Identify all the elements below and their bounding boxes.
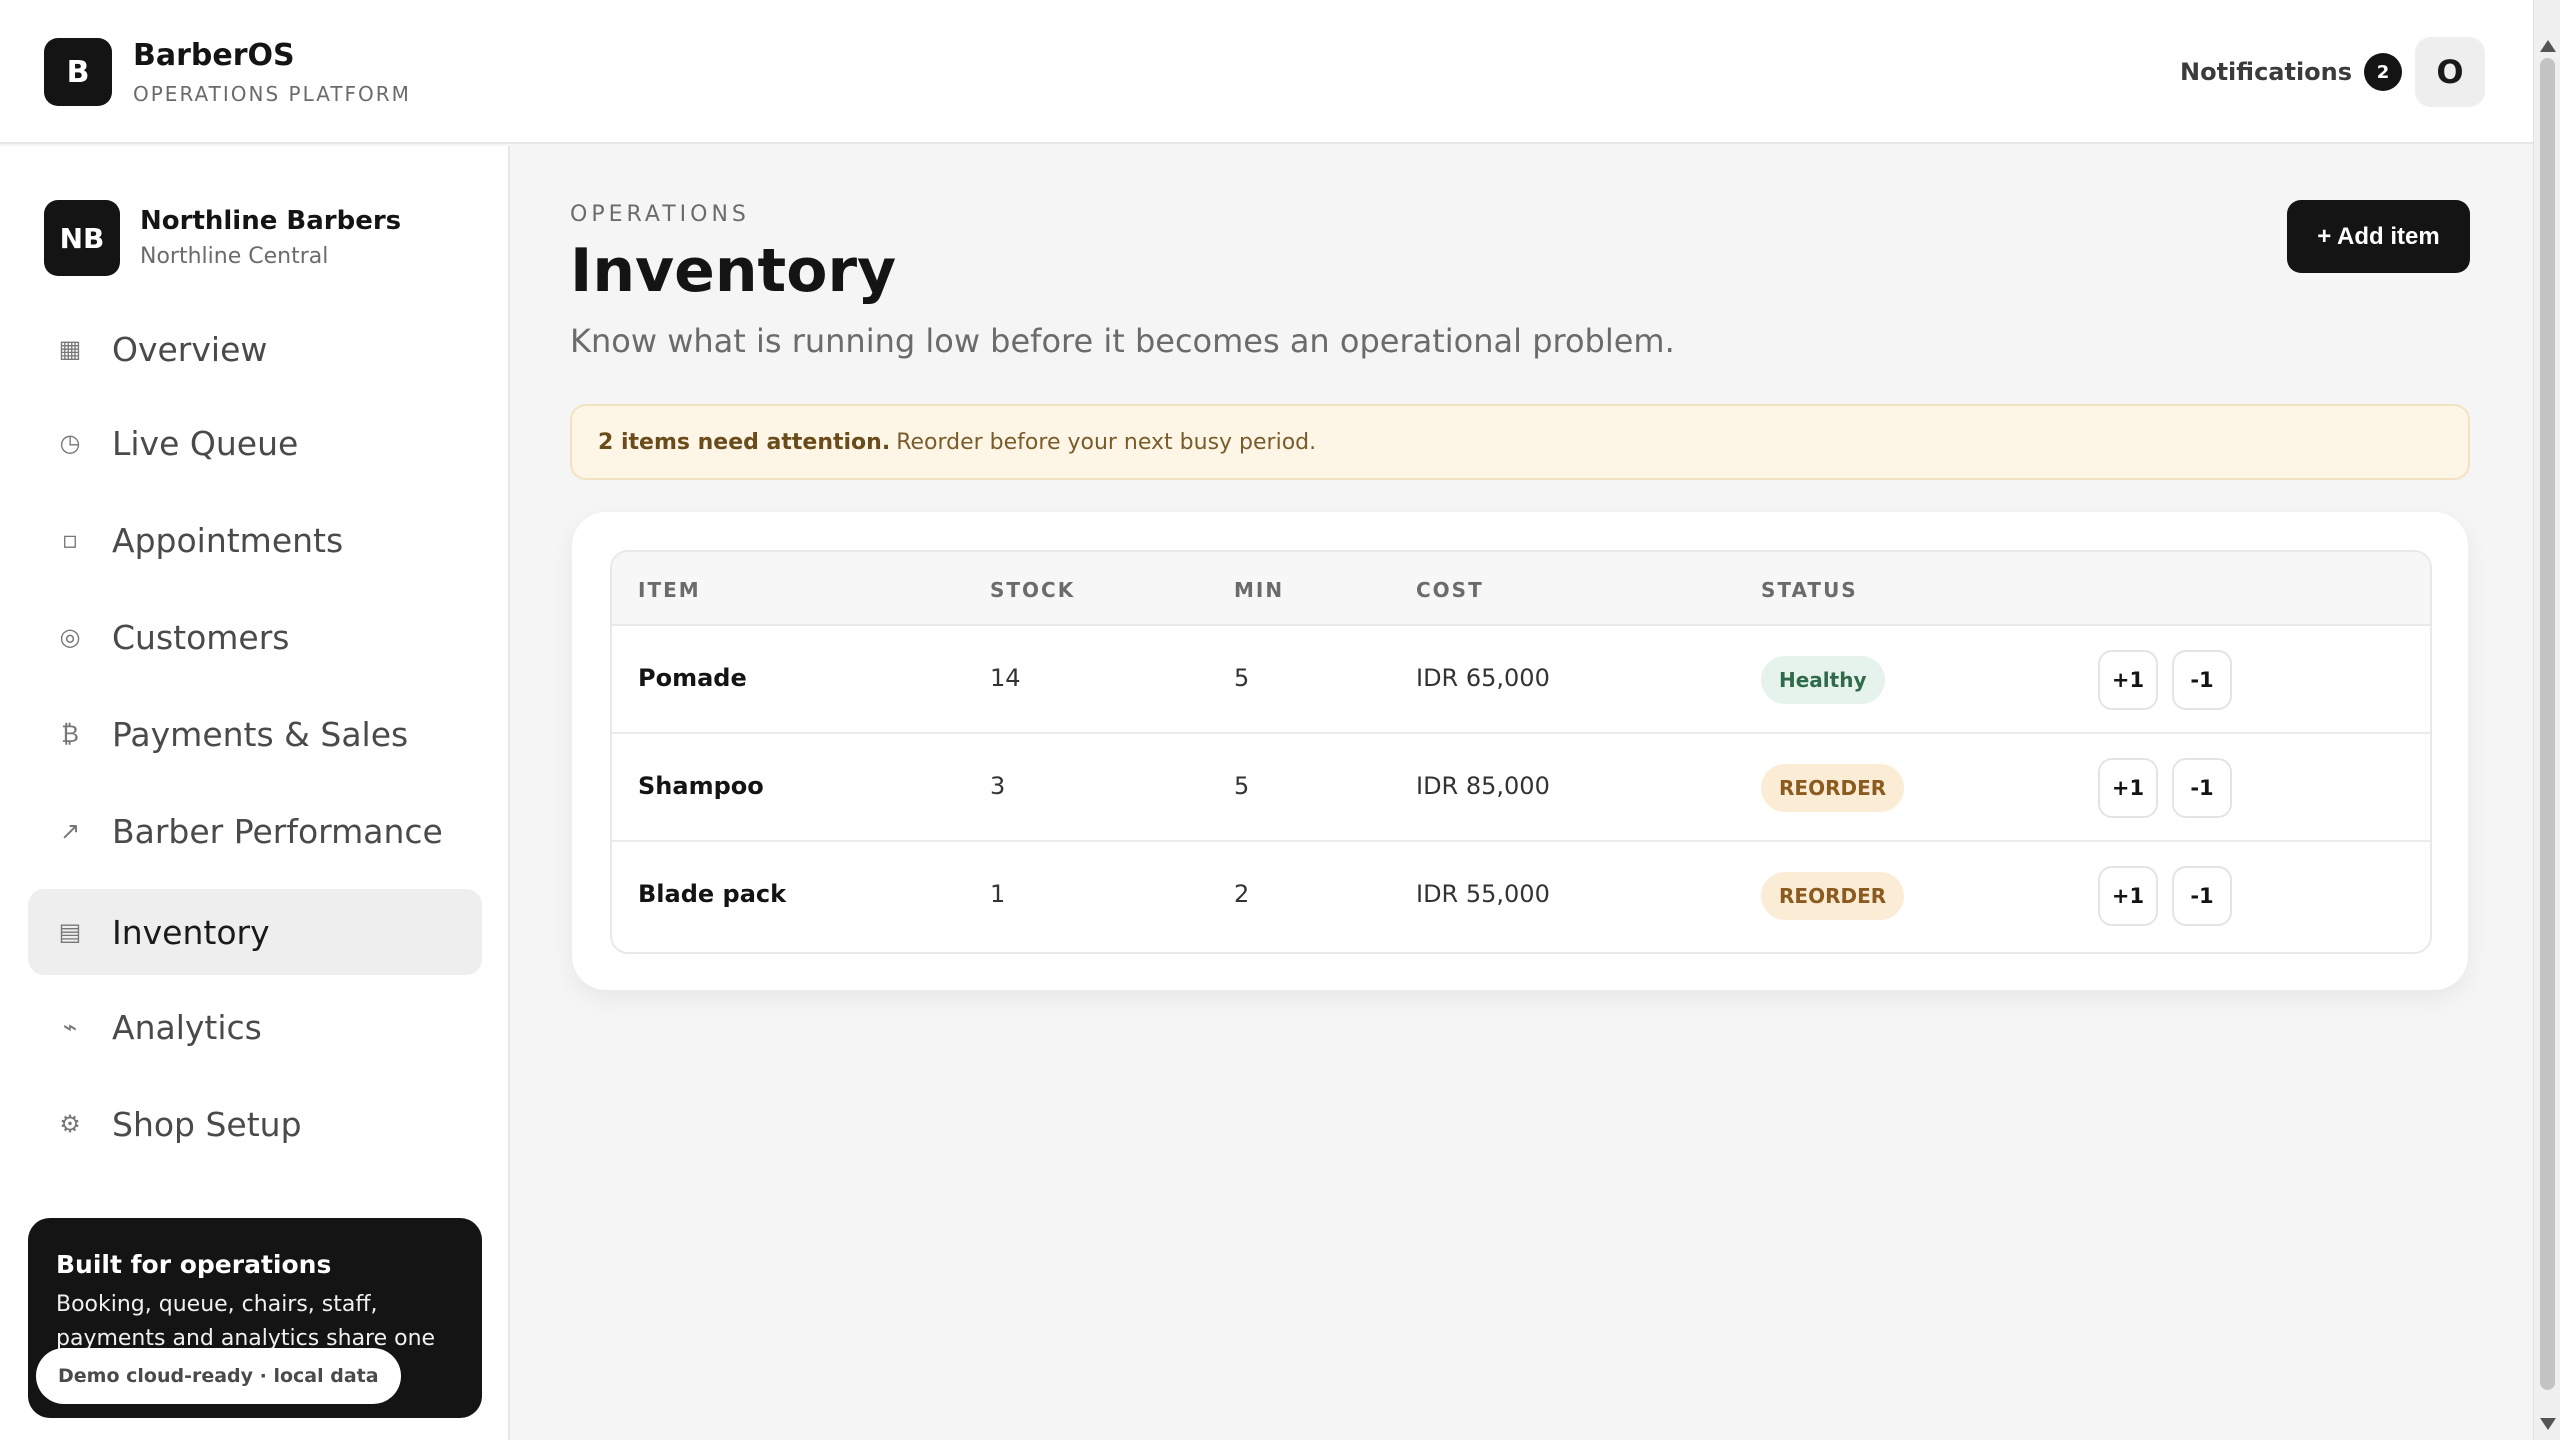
calendar-icon: ▫ [61,526,79,554]
item-name: Shampoo [638,772,764,800]
increment-stock-button[interactable]: +1 [2098,650,2158,710]
brand-logo[interactable]: B [44,38,112,106]
brand-subtitle: OPERATIONS PLATFORM [133,82,411,106]
item-cost: IDR 65,000 [1416,664,1550,692]
currency-icon: ₿ [61,719,79,748]
promo-title: Built for operations [56,1250,332,1279]
sidebar-item-inventory[interactable]: ▤ Inventory [28,889,482,975]
sidebar-item-label: Live Queue [112,423,299,463]
sidebar-item-shop-setup[interactable]: ⚙ Shop Setup [28,1081,482,1167]
shop-name: Northline Barbers [140,206,402,236]
table-row: Pomade 14 5 IDR 65,000 Healthy +1 -1 [612,626,2430,734]
data-mode-badge: Demo cloud-ready · local data [36,1348,401,1404]
inventory-table: ITEM STOCK MIN COST STATUS Pomade 14 5 I… [610,550,2432,954]
page-title: Inventory [570,236,897,306]
clock-icon: ◷ [59,429,81,457]
scroll-up-arrow-icon[interactable] [2540,40,2556,52]
section-eyebrow: OPERATIONS [570,202,750,227]
sidebar-item-payments-sales[interactable]: ₿ Payments & Sales [28,691,482,777]
grid-icon: ▦ [58,335,82,363]
column-header-stock: STOCK [990,578,1076,602]
promo-text: Booking, queue, chairs, staff, payments … [56,1292,436,1351]
alert-text: Reorder before your next busy period. [896,429,1317,455]
alert-heading: 2 items need attention. [598,429,891,455]
shop-avatar: NB [44,200,120,276]
column-header-item: ITEM [638,578,701,602]
item-min: 5 [1234,772,1250,800]
user-avatar[interactable]: O [2415,37,2485,107]
decrement-stock-button[interactable]: -1 [2172,650,2232,710]
sidebar-item-label: Payments & Sales [112,714,409,754]
item-cost: IDR 55,000 [1416,880,1550,908]
status-badge: Healthy [1761,656,1885,704]
top-header: B BarberOS OPERATIONS PLATFORM Notificat… [0,0,2533,144]
sidebar-item-label: Customers [112,617,290,657]
sidebar-item-label: Inventory [112,912,270,952]
attention-alert: 2 items need attention. Reorder before y… [570,404,2470,480]
brand-name: BarberOS [133,38,295,73]
inventory-card: ITEM STOCK MIN COST STATUS Pomade 14 5 I… [572,512,2468,990]
column-header-min: MIN [1234,578,1285,602]
sidebar-item-label: Barber Performance [112,811,443,851]
decrement-stock-button[interactable]: -1 [2172,866,2232,926]
item-min: 2 [1234,880,1250,908]
item-stock: 14 [990,664,1021,692]
sidebar-item-label: Overview [112,329,268,369]
table-row: Blade pack 1 2 IDR 55,000 REORDER +1 -1 [612,842,2430,950]
status-badge: REORDER [1761,872,1905,920]
table-row: Shampoo 3 5 IDR 85,000 REORDER +1 -1 [612,734,2430,842]
sidebar-item-customers[interactable]: ◎ Customers [28,594,482,680]
item-name: Pomade [638,664,747,692]
item-name: Blade pack [638,880,787,908]
item-cost: IDR 85,000 [1416,772,1550,800]
item-min: 5 [1234,664,1250,692]
sidebar-item-label: Shop Setup [112,1104,302,1144]
decrement-stock-button[interactable]: -1 [2172,758,2232,818]
promo-card: Built for operations Booking, queue, cha… [28,1218,482,1418]
trend-icon: ↗ [59,817,81,845]
page-scrollbar[interactable] [2533,0,2560,1440]
sidebar-item-label: Analytics [112,1007,262,1047]
sidebar-item-overview[interactable]: ▦ Overview [28,306,482,392]
add-item-button[interactable]: + Add item [2287,200,2470,273]
analytics-icon: ⌁ [62,1013,78,1041]
customers-icon: ◎ [59,623,81,651]
column-header-status: STATUS [1761,578,1858,602]
page-description: Know what is running low before it becom… [570,322,1675,360]
sidebar-item-live-queue[interactable]: ◷ Live Queue [28,400,482,486]
sidebar-item-barber-performance[interactable]: ↗ Barber Performance [28,788,482,874]
column-header-cost: COST [1416,578,1484,602]
item-stock: 3 [990,772,1006,800]
sidebar-item-appointments[interactable]: ▫ Appointments [28,497,482,583]
increment-stock-button[interactable]: +1 [2098,758,2158,818]
sidebar: NB Northline Barbers Northline Central ▦… [0,146,510,1440]
notifications-count-badge: 2 [2364,53,2403,91]
inventory-icon: ▤ [58,918,82,946]
increment-stock-button[interactable]: +1 [2098,866,2158,926]
sidebar-item-label: Appointments [112,520,344,560]
scrollbar-thumb[interactable] [2540,58,2555,1390]
status-badge: REORDER [1761,764,1905,812]
table-header: ITEM STOCK MIN COST STATUS [612,552,2430,626]
settings-icon: ⚙ [59,1110,81,1138]
item-stock: 1 [990,880,1006,908]
shop-branch: Northline Central [140,244,329,269]
notifications-label: Notifications [2180,58,2353,86]
sidebar-item-analytics[interactable]: ⌁ Analytics [28,984,482,1070]
scroll-down-arrow-icon[interactable] [2540,1418,2556,1430]
notifications-button[interactable]: Notifications 2 [2180,52,2403,92]
